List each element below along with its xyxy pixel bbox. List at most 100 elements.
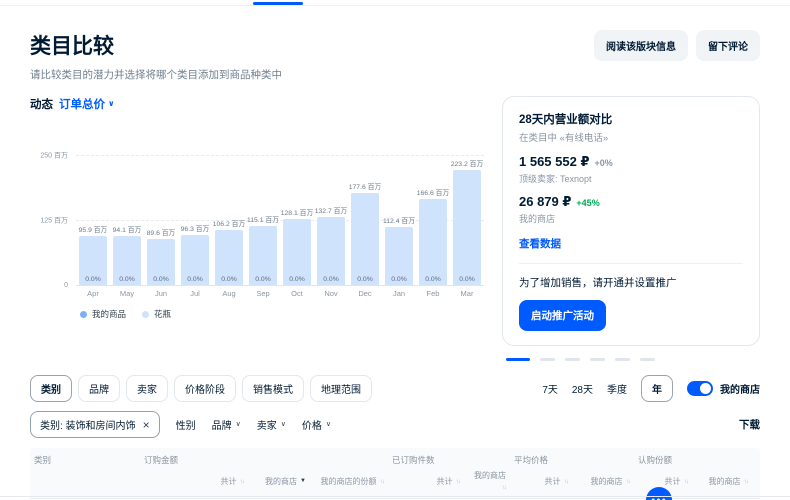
page-title: 类目比较 — [30, 30, 114, 60]
subheader-label: 共计 — [665, 477, 681, 487]
carousel-dot-5[interactable] — [640, 358, 655, 361]
sort-icon[interactable]: ↑↓ — [456, 478, 461, 486]
y-axis-tick: 125 百万 — [40, 216, 68, 226]
chart-bar-feb[interactable]: 166.6 百万0.0% — [416, 156, 450, 285]
carousel-dot-1[interactable] — [540, 358, 555, 361]
chart-bar-jul[interactable]: 96.3 百万0.0% — [178, 156, 212, 285]
period-2[interactable]: 季度 — [607, 381, 627, 396]
table-subheader-0[interactable]: 共计↑↓ — [140, 470, 248, 494]
chart-bar-aug[interactable]: 106.2 百万0.0% — [212, 156, 246, 285]
chart-bar-oct[interactable]: 128.1 百万0.0% — [280, 156, 314, 285]
bar-value-label: 106.2 百万 — [213, 218, 246, 228]
carousel-dot-2[interactable] — [565, 358, 580, 361]
sort-icon[interactable]: ↑↓ — [626, 478, 631, 486]
chart-bar-jun[interactable]: 89.6 百万0.0% — [144, 156, 178, 285]
sort-icon[interactable]: ↑↓ — [380, 478, 385, 486]
sort-icon[interactable]: ↑↓ — [744, 478, 749, 486]
metric-selector[interactable]: 订单总价 ∨ — [59, 96, 115, 112]
subheader-label: 共计 — [221, 477, 237, 487]
view-data-link[interactable]: 查看数据 — [519, 236, 561, 251]
top-seller-row: 1 565 552 ₽ +0% — [519, 154, 743, 170]
carousel-dot-3[interactable] — [590, 358, 605, 361]
dropdown-label: 品牌 — [212, 417, 232, 432]
legend-item-1[interactable]: 花瓶 — [142, 308, 171, 320]
table-group-header-4: 认购份额 — [634, 453, 752, 470]
dynamics-label: 动态 — [30, 96, 53, 112]
gender-filter[interactable]: 性别 — [176, 417, 196, 432]
table-subheader-6[interactable]: 我的商店↑↓ — [572, 470, 634, 494]
x-axis-label: Nov — [314, 289, 348, 298]
period-1[interactable]: 28天 — [572, 381, 593, 396]
table-subheader-5[interactable]: 共计↑↓ — [510, 470, 572, 494]
bar-fill — [419, 199, 447, 285]
filter-dropdown-2[interactable]: 价格∨ — [302, 417, 331, 432]
carousel-dot-0[interactable] — [506, 358, 530, 361]
my-shop-row: 26 879 ₽ +45% — [519, 194, 743, 210]
bar-value-label: 96.3 百万 — [181, 223, 210, 233]
filter-tab-1[interactable]: 品牌 — [78, 375, 120, 402]
x-axis-label: Jan — [382, 289, 416, 298]
bar-fill — [453, 170, 481, 285]
period-selector: 7天 28天季度年 — [542, 375, 673, 402]
sort-icon[interactable]: ▼ — [300, 478, 306, 486]
read-section-info-button[interactable]: 阅读该版块信息 — [594, 30, 688, 61]
promo-text: 为了增加销售，请开通并设置推广 — [519, 275, 743, 290]
filter-dropdown-1[interactable]: 卖家∨ — [257, 417, 286, 432]
toggle-knob — [700, 383, 711, 394]
chart-bar-sep[interactable]: 115.1 百万0.0% — [246, 156, 280, 285]
carousel-dot-4[interactable] — [615, 358, 630, 361]
bar-value-label: 223.2 百万 — [451, 158, 484, 168]
bar-fill — [317, 217, 345, 285]
chart-bar-jan[interactable]: 112.4 百万0.0% — [382, 156, 416, 285]
table-subheader-3[interactable]: 共计↑↓ — [388, 470, 464, 494]
dimension-tabs: 类别品牌卖家价格阶段销售模式地理范围 — [30, 375, 372, 402]
x-axis-label: Jun — [144, 289, 178, 298]
table-subheader-2[interactable]: 我的商店的份额↑↓ — [310, 470, 388, 494]
active-filter-chip[interactable]: 类别: 装饰和房间内饰 × — [30, 411, 160, 438]
period-3[interactable]: 年 — [641, 375, 673, 402]
download-button[interactable]: 下载 — [739, 417, 760, 432]
toggle-switch[interactable] — [687, 381, 713, 396]
period-0[interactable]: 7天 — [542, 381, 558, 396]
legend-item-0[interactable]: 我的商品 — [80, 308, 126, 320]
start-promo-button[interactable]: 启动推广活动 — [519, 300, 606, 331]
sort-icon[interactable]: ↑↓ — [502, 484, 507, 492]
plot-area: 95.9 百万0.0%94.1 百万0.0%89.6 百万0.0%96.3 百万… — [76, 156, 484, 286]
top-seller-value: 1 565 552 ₽ — [519, 154, 590, 170]
filter-tab-3[interactable]: 价格阶段 — [174, 375, 236, 402]
y-axis-tick: 0 — [64, 282, 68, 289]
chart-bar-mar[interactable]: 223.2 百万0.0% — [450, 156, 484, 285]
my-products-share-label: 0.0% — [446, 276, 488, 283]
sort-icon[interactable]: ↑↓ — [240, 478, 245, 486]
filter-tab-5[interactable]: 地理范围 — [310, 375, 372, 402]
chart-legend: 我的商品 花瓶 — [80, 308, 484, 320]
table-group-header-3: 平均价格 — [510, 453, 634, 470]
subheader-label: 我的商店 — [265, 477, 297, 487]
bar-chart: 250 百万125 百万0 95.9 百万0.0%94.1 百万0.0%89.6… — [30, 156, 484, 286]
table-subheader-8[interactable]: 我的商店↑↓ — [692, 470, 752, 494]
filter-tab-0[interactable]: 类别 — [30, 375, 72, 402]
my-shop-toggle[interactable]: 我的商店 — [687, 381, 760, 396]
filter-tab-4[interactable]: 销售模式 — [242, 375, 304, 402]
chart-bar-apr[interactable]: 95.9 百万0.0% — [76, 156, 110, 285]
x-axis-label: Mar — [450, 289, 484, 298]
table-subheader-1[interactable]: 我的商店▼ — [248, 470, 310, 494]
top-nav — [0, 0, 790, 6]
bar-value-label: 132.7 百万 — [315, 205, 348, 215]
chart-bar-dec[interactable]: 177.6 百万0.0% — [348, 156, 382, 285]
chart-bar-may[interactable]: 94.1 百万0.0% — [110, 156, 144, 285]
divider — [519, 263, 743, 264]
leave-comment-button[interactable]: 留下评论 — [696, 30, 760, 61]
dropdown-label: 卖家 — [257, 417, 277, 432]
filter-tab-2[interactable]: 卖家 — [126, 375, 168, 402]
legend-dot-icon — [80, 311, 87, 318]
chart-bar-nov[interactable]: 132.7 百万0.0% — [314, 156, 348, 285]
filter-dropdown-0[interactable]: 品牌∨ — [212, 417, 241, 432]
header-actions: 阅读该版块信息 留下评论 — [594, 30, 760, 61]
sort-icon[interactable]: ↑↓ — [564, 478, 569, 486]
card-title: 28天内营业额对比 — [519, 111, 743, 127]
sort-icon[interactable]: ↑↓ — [684, 478, 689, 486]
close-icon[interactable]: × — [143, 419, 150, 431]
table-subheader-4[interactable]: 我的商店↑↓ — [464, 470, 510, 494]
active-tab-indicator — [253, 2, 303, 5]
